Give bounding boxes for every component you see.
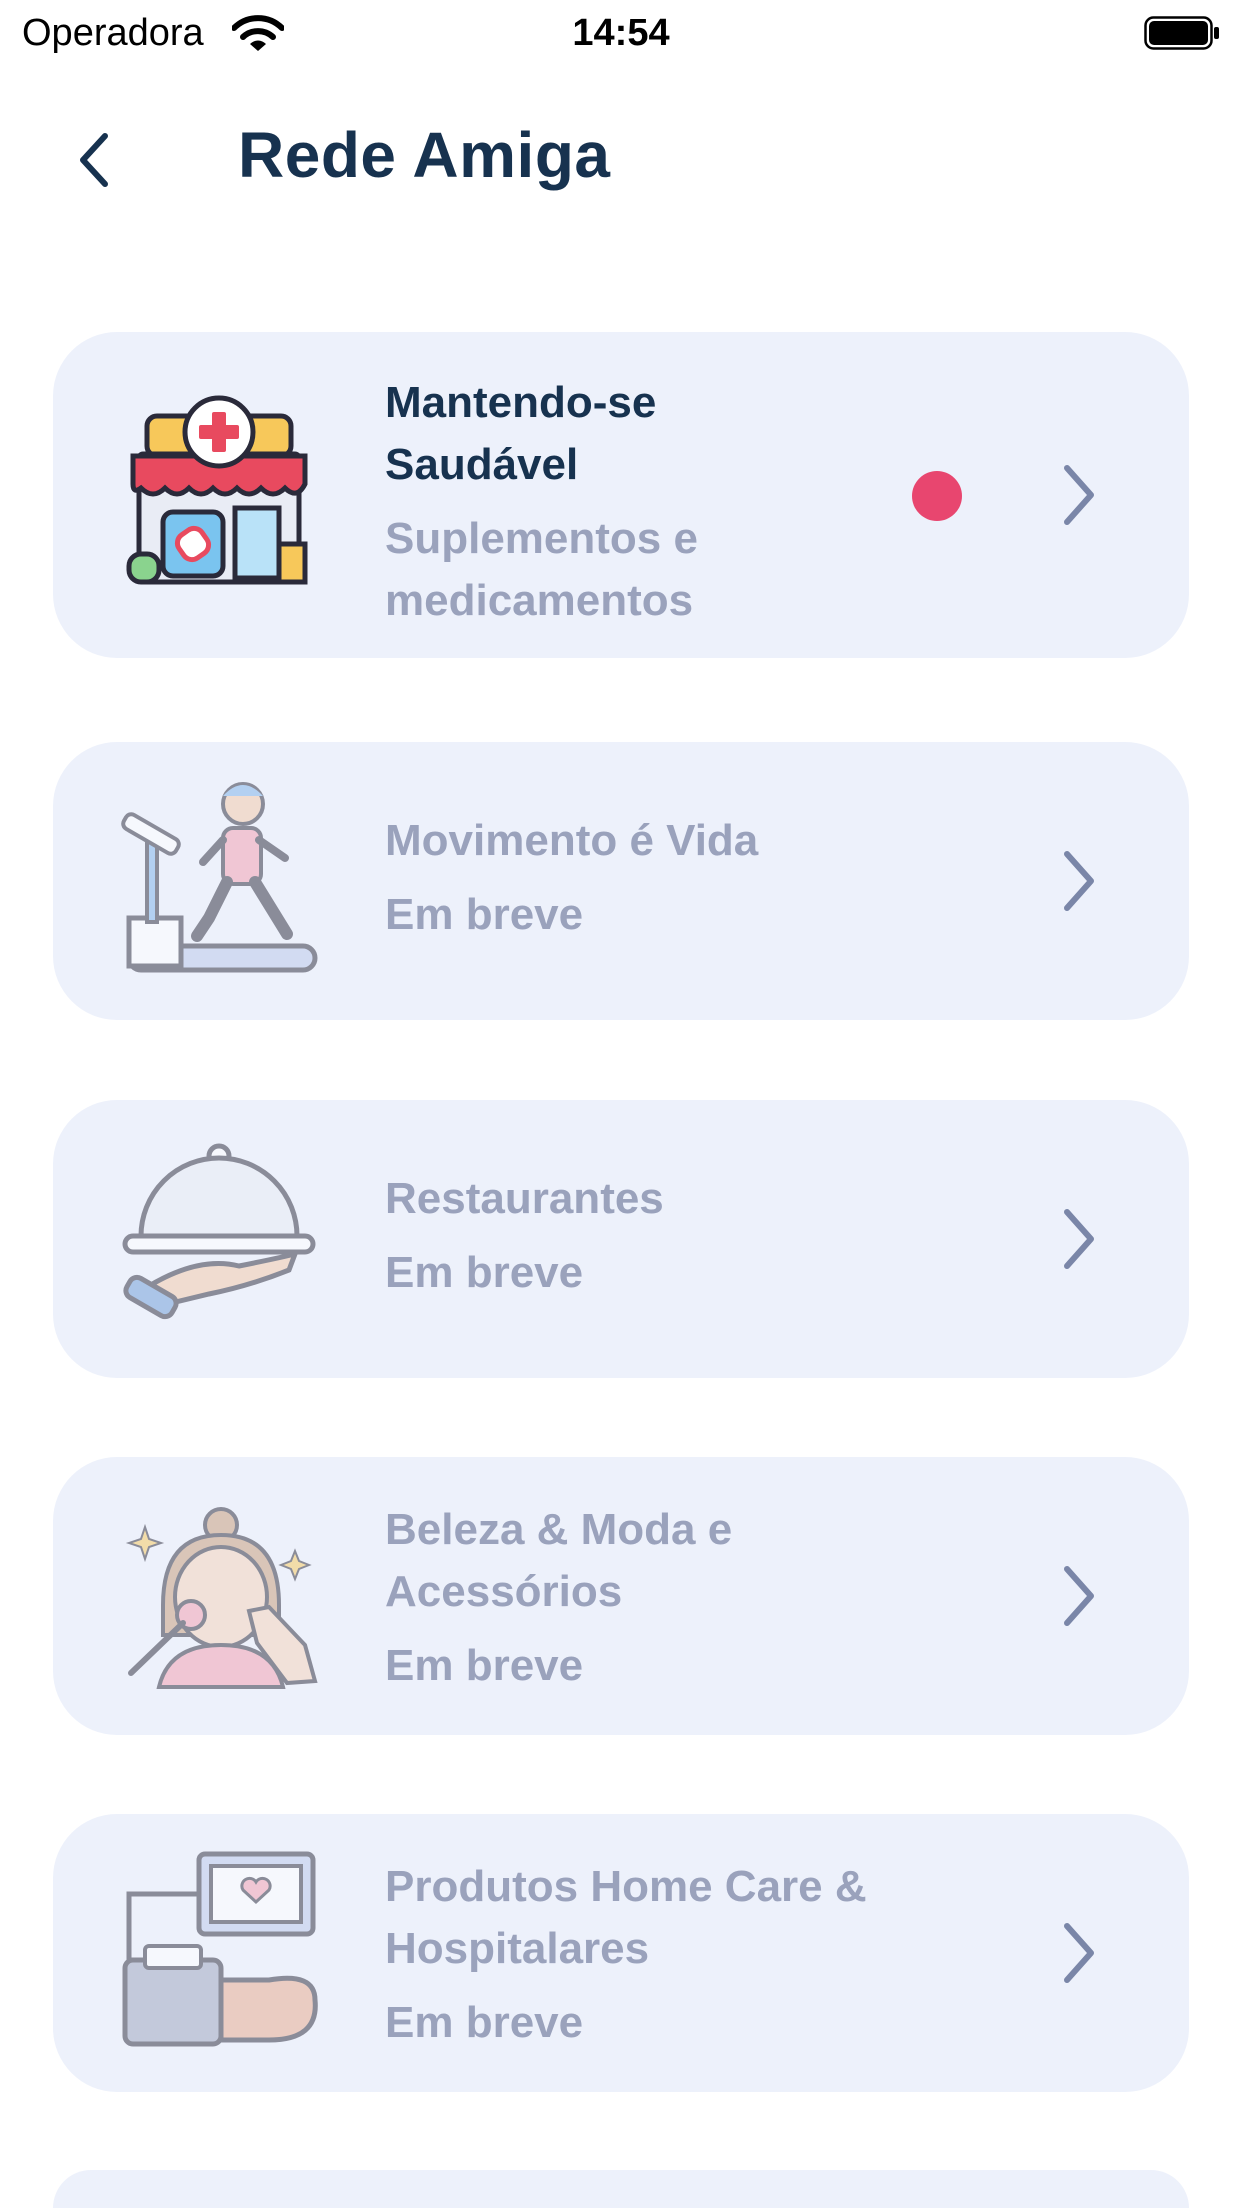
card-text: Movimento é Vida Em breve [385, 810, 945, 946]
card-title-line: Mantendo-se [385, 378, 657, 427]
chevron-left-icon [80, 133, 108, 187]
chevron-right-icon [1064, 1209, 1094, 1269]
status-time: 14:54 [572, 12, 670, 54]
card-title-line: Hospitalares [385, 1924, 650, 1973]
chevron-right-icon [1064, 1566, 1094, 1626]
card-text: Mantendo-se Saudável Suplementos e medic… [385, 372, 945, 632]
chevron-right-icon [1064, 1923, 1094, 1983]
chevron-right-icon [1064, 465, 1094, 525]
card-subtitle-line: Em breve [385, 1998, 584, 2047]
card-text: Produtos Home Care & Hospitalares Em bre… [385, 1856, 945, 2054]
card-subtitle-line: Em breve [385, 1248, 584, 1297]
card-subtitle-line: Em breve [385, 1641, 584, 1690]
treadmill-runner-icon [121, 782, 318, 973]
card-restaurantes[interactable]: Restaurantes Em breve [53, 1100, 1189, 1378]
beauty-makeup-icon [125, 1507, 318, 1689]
card-title-line: Produtos Home Care & [385, 1862, 867, 1911]
blood-pressure-monitor-icon [122, 1851, 318, 2047]
card-movimento-e-vida[interactable]: Movimento é Vida Em breve [53, 742, 1189, 1020]
card-text: Beleza & Moda e Acessórios Em breve [385, 1499, 945, 1697]
food-cloche-icon [122, 1143, 316, 1320]
chevron-right-icon [1064, 851, 1094, 911]
card-title-line: Acessórios [385, 1567, 623, 1616]
card-subtitle-line: Suplementos e [385, 514, 698, 563]
notification-dot [912, 471, 962, 521]
status-bar: Operadora 14:54 [0, 0, 1242, 66]
card-title-line: Movimento é Vida [385, 816, 759, 865]
pharmacy-store-icon [126, 395, 308, 585]
card-subtitle-line: medicamentos [385, 576, 694, 625]
page-title: Rede Amiga [238, 119, 611, 191]
back-button[interactable] [60, 120, 130, 200]
card-subtitle-line: Em breve [385, 890, 584, 939]
card-mantendo-se-saudavel[interactable]: Mantendo-se Saudável Suplementos e medic… [53, 332, 1189, 658]
card-next-partial[interactable] [53, 2170, 1189, 2208]
card-title-line: Restaurantes [385, 1174, 664, 1223]
card-text: Restaurantes Em breve [385, 1168, 945, 1304]
card-title-line: Beleza & Moda e [385, 1505, 733, 1554]
card-beleza-moda-acessorios[interactable]: Beleza & Moda e Acessórios Em breve [53, 1457, 1189, 1735]
battery-icon [1144, 16, 1219, 50]
card-title-line: Saudável [385, 440, 579, 489]
card-produtos-home-care[interactable]: Produtos Home Care & Hospitalares Em bre… [53, 1814, 1189, 2092]
